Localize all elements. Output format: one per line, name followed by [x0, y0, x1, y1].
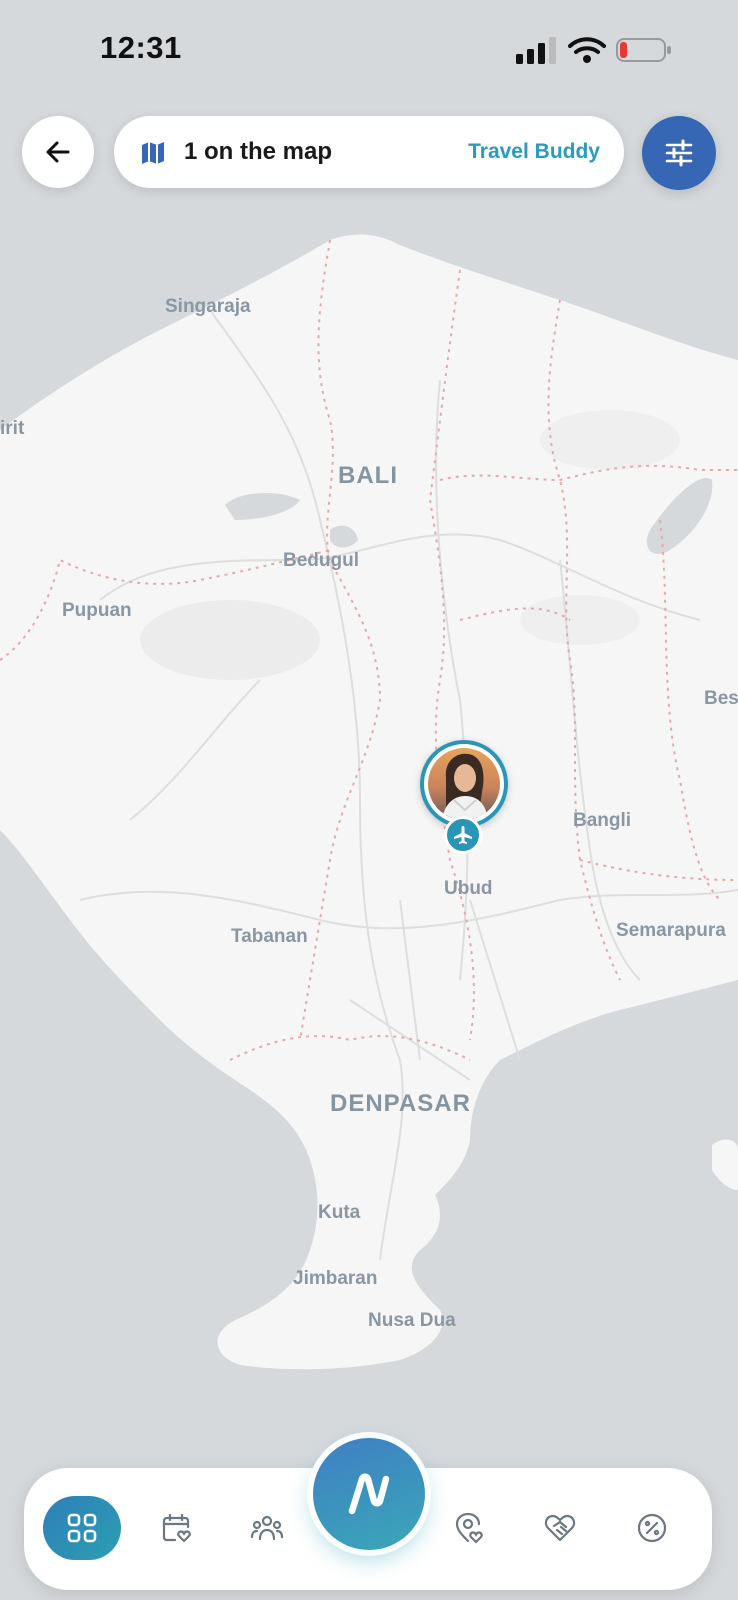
place-label-bangli: Bangli [573, 810, 632, 831]
percent-badge-icon [637, 1513, 667, 1543]
signal-icon [516, 37, 556, 64]
filter-button[interactable] [642, 116, 716, 190]
avatar [428, 748, 500, 820]
nav-item-people[interactable] [235, 1496, 299, 1560]
place-label-right-edge: Bes [704, 688, 738, 709]
travel-buddy-link[interactable]: Travel Buddy [468, 140, 600, 164]
nav-item-places[interactable] [436, 1496, 500, 1560]
status-time: 12:31 [100, 30, 182, 65]
place-label-singaraja: Singaraja [165, 296, 251, 317]
nav-item-deals[interactable] [620, 1496, 684, 1560]
place-label-left-edge: irit [0, 418, 25, 439]
place-label-kuta: Kuta [318, 1202, 361, 1223]
place-label-tabanan: Tabanan [231, 926, 308, 947]
place-label-denpasar: DENPASAR [330, 1090, 471, 1117]
map-canvas[interactable] [0, 0, 738, 1600]
logo-icon [348, 1473, 390, 1515]
user-map-marker[interactable] [420, 740, 508, 828]
location-heart-icon [455, 1512, 483, 1544]
sliders-icon [665, 139, 693, 167]
place-label-nusa-dua: Nusa Dua [368, 1310, 456, 1331]
back-button[interactable] [22, 116, 94, 188]
place-label-pupuan: Pupuan [62, 600, 132, 621]
place-label-bali: BALI [338, 462, 398, 489]
place-label-jimbaran: Jimbaran [293, 1268, 378, 1289]
wifi-icon [568, 37, 606, 63]
place-label-bedugul: Bedugul [283, 550, 359, 571]
handshake-heart-icon [544, 1514, 576, 1542]
people-icon [250, 1515, 284, 1541]
calendar-heart-icon [162, 1513, 191, 1543]
map-icon [142, 142, 164, 164]
arrow-left-icon [46, 141, 70, 163]
status-bar: 12:31 [0, 0, 738, 100]
battery-icon [616, 38, 671, 62]
place-label-semarapura: Semarapura [616, 920, 726, 941]
map-count-label: 1 on the map [184, 138, 333, 165]
map-count-pill[interactable]: 1 on the map Travel Buddy [114, 116, 624, 188]
travel-status-badge [444, 816, 482, 854]
place-label-ubud: Ubud [444, 878, 493, 899]
nav-item-events[interactable] [144, 1496, 208, 1560]
plane-icon [454, 826, 472, 844]
status-icons [516, 37, 671, 64]
nav-item-match[interactable] [528, 1496, 592, 1560]
nav-item-dashboard[interactable] [43, 1496, 121, 1560]
grid-icon [67, 1513, 97, 1543]
home-logo-button[interactable] [313, 1438, 425, 1550]
